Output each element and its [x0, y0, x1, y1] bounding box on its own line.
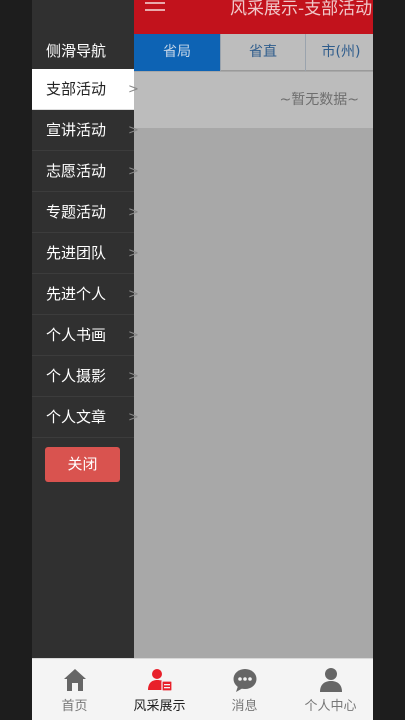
home-icon	[64, 669, 86, 691]
app-header: 风采展示-支部活动	[134, 0, 373, 34]
drawer-item-volunteer-activities[interactable]: 志愿活动 >	[32, 151, 139, 192]
drawer-item-label: 志愿活动	[46, 162, 107, 180]
bottom-nav-messages[interactable]: 消息	[202, 659, 287, 720]
empty-state: ~暂无数据~	[134, 72, 373, 128]
frame-right	[373, 0, 405, 720]
drawer-item-photography[interactable]: 个人摄影 >	[32, 356, 139, 397]
empty-state-text: ~暂无数据~	[279, 92, 359, 108]
chevron-right-icon: >	[128, 123, 139, 138]
drawer-item-branch-activities[interactable]: 支部活动 >	[32, 69, 139, 110]
bottom-nav-label: 风采展示	[133, 699, 186, 714]
drawer-item-label: 先进团队	[46, 244, 107, 262]
drawer-item-special-activities[interactable]: 专题活动 >	[32, 192, 139, 233]
chevron-right-icon: >	[128, 82, 139, 97]
message-icon	[233, 669, 257, 692]
drawer-item-label: 个人文章	[46, 408, 107, 426]
tab-bar: 省局 省直 市(州)	[134, 34, 373, 71]
drawer-item-label: 专题活动	[46, 203, 107, 221]
bottom-nav-home[interactable]: 首页	[32, 659, 117, 720]
bottom-nav-label: 消息	[231, 699, 258, 714]
drawer-item-label: 个人摄影	[46, 367, 107, 385]
bottom-nav-label: 首页	[61, 699, 88, 714]
chevron-right-icon: >	[128, 164, 139, 179]
frame-left	[0, 0, 32, 720]
chevron-right-icon: >	[128, 369, 139, 384]
drawer-item-advanced-individuals[interactable]: 先进个人 >	[32, 274, 139, 315]
tab-provincial-direct[interactable]: 省直	[221, 34, 306, 71]
chevron-right-icon: >	[128, 410, 139, 425]
chevron-right-icon: >	[128, 287, 139, 302]
hamburger-icon[interactable]	[145, 2, 165, 16]
bottom-nav-label: 个人中心	[304, 699, 357, 714]
drawer-item-advanced-teams[interactable]: 先进团队 >	[32, 233, 139, 274]
drawer-item-label: 支部活动	[46, 80, 107, 98]
drawer-item-label: 宣讲活动	[46, 121, 107, 139]
bottom-nav: 首页 风采展示 消息 个人中心	[32, 658, 373, 720]
side-drawer: 侧滑导航 支部活动 > 宣讲活动 > 志愿活动 > 专题活动 > 先进团队 > …	[32, 0, 139, 658]
chevron-right-icon: >	[128, 246, 139, 261]
person-icon	[320, 668, 342, 692]
drawer-item-articles[interactable]: 个人文章 >	[32, 397, 139, 438]
drawer-menu: 支部活动 > 宣讲活动 > 志愿活动 > 专题活动 > 先进团队 > 先进个人 …	[32, 69, 139, 438]
drawer-title: 侧滑导航	[46, 42, 107, 60]
drawer-item-label: 个人书画	[46, 326, 107, 344]
tab-city[interactable]: 市(州)	[306, 34, 373, 71]
bottom-nav-showcase[interactable]: 风采展示	[117, 659, 202, 720]
page-title: 风采展示-支部活动	[230, 0, 373, 19]
drawer-item-calligraphy[interactable]: 个人书画 >	[32, 315, 139, 356]
profile-card-icon	[148, 669, 173, 692]
drawer-item-label: 先进个人	[46, 285, 107, 303]
bottom-nav-profile[interactable]: 个人中心	[288, 659, 373, 720]
drawer-item-lecture-activities[interactable]: 宣讲活动 >	[32, 110, 139, 151]
tab-provincial-bureau[interactable]: 省局	[134, 34, 221, 71]
main-content: 风采展示-支部活动 省局 省直 市(州) ~暂无数据~	[134, 0, 373, 658]
close-drawer-button[interactable]: 关闭	[45, 447, 120, 482]
chevron-right-icon: >	[128, 205, 139, 220]
chevron-right-icon: >	[128, 328, 139, 343]
